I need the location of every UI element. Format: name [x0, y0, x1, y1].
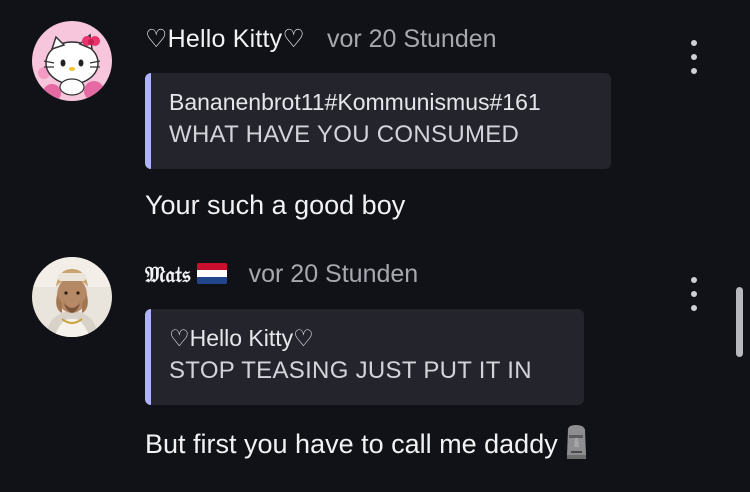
netherlands-flag-icon — [196, 263, 227, 284]
author-name[interactable]: 𝔐𝔞𝔱𝔰 — [145, 260, 227, 289]
timestamp: vor 20 Stunden — [248, 260, 419, 288]
quoted-author: ♡Hello Kitty♡ — [169, 325, 314, 351]
more-options-icon[interactable] — [682, 277, 706, 311]
comment-feed: ♡Hello Kitty♡ vor 20 Stunden Bananenbrot… — [0, 0, 750, 492]
quoted-message[interactable]: ♡Hello Kitty♡ STOP TEASING JUST PUT IT I… — [145, 309, 584, 405]
comment: 𝔐𝔞𝔱𝔰 vor 20 Stunden ♡Hello Kitty♡ STOP T… — [0, 0, 750, 492]
avatar[interactable] — [32, 257, 112, 337]
scrollbar[interactable] — [736, 287, 743, 357]
comment-body-text: But first you have to call me daddy — [145, 429, 558, 459]
quoted-text: STOP TEASING JUST PUT IT IN — [169, 357, 532, 384]
user-photo-avatar-icon — [32, 257, 112, 337]
moai-icon — [566, 425, 586, 459]
comment-header: 𝔐𝔞𝔱𝔰 vor 20 Stunden — [145, 260, 418, 289]
author-name-text: 𝔐𝔞𝔱𝔰 — [145, 262, 191, 288]
comment-body: But first you have to call me daddy — [145, 425, 588, 460]
